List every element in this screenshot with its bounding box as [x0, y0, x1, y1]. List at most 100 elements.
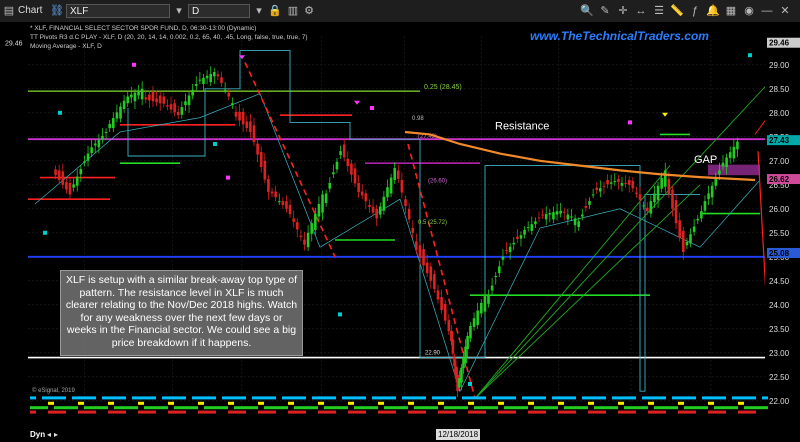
candle-body: [397, 170, 400, 180]
signal-bar-cell: [168, 396, 174, 400]
signal-bar-cell: [534, 410, 540, 414]
camera-icon[interactable]: ◉: [742, 4, 756, 18]
chart-menu-label[interactable]: Chart: [18, 4, 42, 18]
signal-bar-cell: [666, 406, 672, 410]
candle-body: [635, 192, 638, 194]
candle-body: [155, 98, 158, 103]
candle-body: [562, 211, 566, 213]
candle-body: [638, 194, 642, 200]
signal-bar-cell: [492, 406, 498, 410]
signal-bar-cell: [84, 396, 90, 400]
signal-bar-cell: [246, 406, 252, 410]
signal-bar-cell: [540, 406, 546, 410]
signal-bar-cell: [108, 396, 114, 400]
candle-body: [166, 105, 169, 107]
candle-body: [339, 151, 342, 156]
candle-body: [516, 236, 519, 240]
signal-bar-cell: [198, 410, 204, 414]
indicator-icon[interactable]: ƒ: [688, 4, 702, 18]
grid-icon[interactable]: ▦: [724, 4, 738, 18]
signal-bar-cell: [480, 410, 486, 414]
candle-body: [591, 194, 595, 196]
lock-icon[interactable]: 🔒: [268, 4, 282, 18]
candle-body: [126, 96, 130, 104]
signal-bar-cell: [360, 410, 366, 414]
candle-body: [130, 94, 133, 98]
signal-bar-cell: [174, 410, 180, 414]
price-tag-label: 29.46: [769, 39, 790, 48]
signal-bar-cell: [630, 410, 636, 414]
signal-bar-cell: [120, 410, 126, 414]
signal-bar-cell: [228, 396, 234, 400]
candle-body: [570, 216, 573, 218]
signal-bar-cell: [198, 396, 204, 400]
signal-bar-cell: [720, 406, 726, 410]
price-chart[interactable]: AugSepOctNovDec2019FebMarApr ResistanceG…: [0, 22, 800, 428]
candle-body: [332, 172, 335, 175]
signal-bar-cell: [678, 410, 684, 414]
header-symbol-line: * XLF, FINANCIAL SELECT SECTOR SPDR FUND…: [30, 25, 257, 32]
signal-bar-cell: [408, 401, 414, 405]
zoom-icon[interactable]: 🔍: [580, 4, 594, 18]
layers-icon[interactable]: ☰: [652, 4, 666, 18]
chart-window-icon[interactable]: ▤: [2, 4, 16, 18]
signal-bar-cell: [486, 406, 492, 410]
signal-bar-cell: [534, 406, 540, 410]
scroll-right-icon[interactable]: ▸: [54, 428, 58, 442]
signal-bar-cell: [372, 406, 378, 410]
scroll-left-icon[interactable]: ◂: [47, 428, 51, 442]
symbol-input[interactable]: XLF: [66, 4, 170, 18]
ruler-icon[interactable]: 📏: [670, 4, 684, 18]
signal-bar-cell: [288, 396, 294, 400]
close-icon[interactable]: ✕: [778, 4, 792, 18]
signal-bar-cell: [750, 406, 756, 410]
signal-bar-cell: [516, 406, 522, 410]
price-tag-label: 25.08: [769, 249, 790, 258]
chart-style-icon[interactable]: ▥: [286, 4, 300, 18]
candle-body: [453, 357, 456, 367]
scroll-icon[interactable]: ↔: [634, 4, 648, 18]
crosshair-icon[interactable]: ✛: [616, 4, 630, 18]
signal-bar-cell: [702, 396, 708, 400]
signal-bar-cell: [432, 406, 438, 410]
candle-body: [498, 266, 501, 274]
signal-bar-cell: [180, 396, 186, 400]
settings-icon[interactable]: ⚙: [302, 4, 316, 18]
candle-body: [350, 163, 353, 175]
dyn-label[interactable]: Dyn: [30, 428, 45, 442]
signal-bar-cell: [732, 396, 738, 400]
alert-icon[interactable]: 🔔: [706, 4, 720, 18]
candle-body: [580, 214, 584, 217]
signal-bar-cell: [30, 410, 36, 414]
signal-bar-cell: [708, 401, 714, 405]
symbol-dropdown-icon[interactable]: ▾: [172, 4, 186, 18]
interval-input[interactable]: D: [188, 4, 250, 18]
signal-bar-cell: [132, 406, 138, 410]
candle-body: [378, 206, 382, 215]
signal-bar-cell: [114, 410, 120, 414]
signal-bar-cell: [744, 410, 750, 414]
signal-bar-cell: [636, 406, 642, 410]
candle-body: [111, 118, 115, 129]
candle-body: [335, 161, 339, 170]
minimize-icon[interactable]: —: [760, 4, 774, 18]
draw-tools-icon[interactable]: ✎: [598, 4, 612, 18]
interval-dropdown-icon[interactable]: ▾: [252, 4, 266, 18]
signal-bar-cell: [762, 396, 768, 400]
signal-bar-cell: [498, 401, 504, 405]
signal-bar-cell: [294, 406, 300, 410]
candle-body: [97, 139, 101, 148]
signal-bar-cell: [480, 406, 486, 410]
link-icon[interactable]: ⛓: [50, 4, 64, 18]
candle-body: [682, 230, 685, 252]
signal-bar-cell: [750, 410, 756, 414]
candle-body: [54, 169, 57, 176]
signal-bar-cell: [522, 406, 528, 410]
signal-bar-cell: [54, 410, 60, 414]
candle-body: [194, 84, 198, 86]
candle-body: [541, 214, 544, 216]
candle-body: [317, 204, 321, 217]
chart-toolbar: ▤ Chart ⛓ XLF ▾ D ▾ 🔒 ▥ ⚙ 🔍 ✎ ✛ ↔ ☰ 📏 ƒ …: [0, 0, 800, 23]
signal-bar-cell: [570, 406, 576, 410]
signal-bar-cell: [588, 410, 594, 414]
